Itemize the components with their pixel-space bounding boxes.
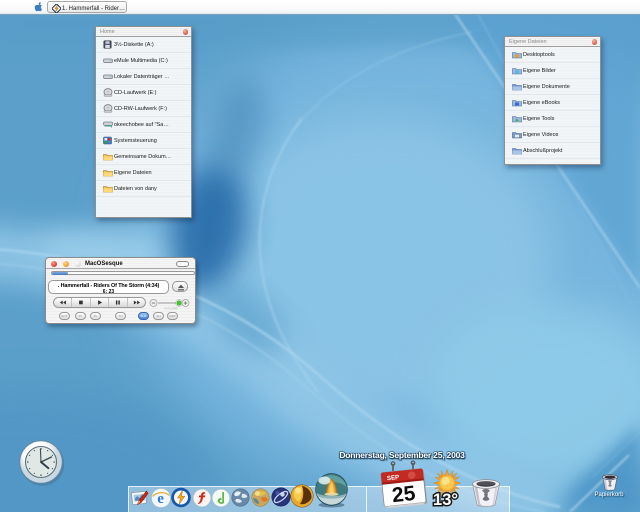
svg-text:VOLUME: VOLUME — [164, 306, 177, 310]
svg-text:SEP: SEP — [387, 474, 400, 482]
svg-text:25: 25 — [391, 482, 417, 507]
svg-text:13°: 13° — [433, 491, 458, 509]
